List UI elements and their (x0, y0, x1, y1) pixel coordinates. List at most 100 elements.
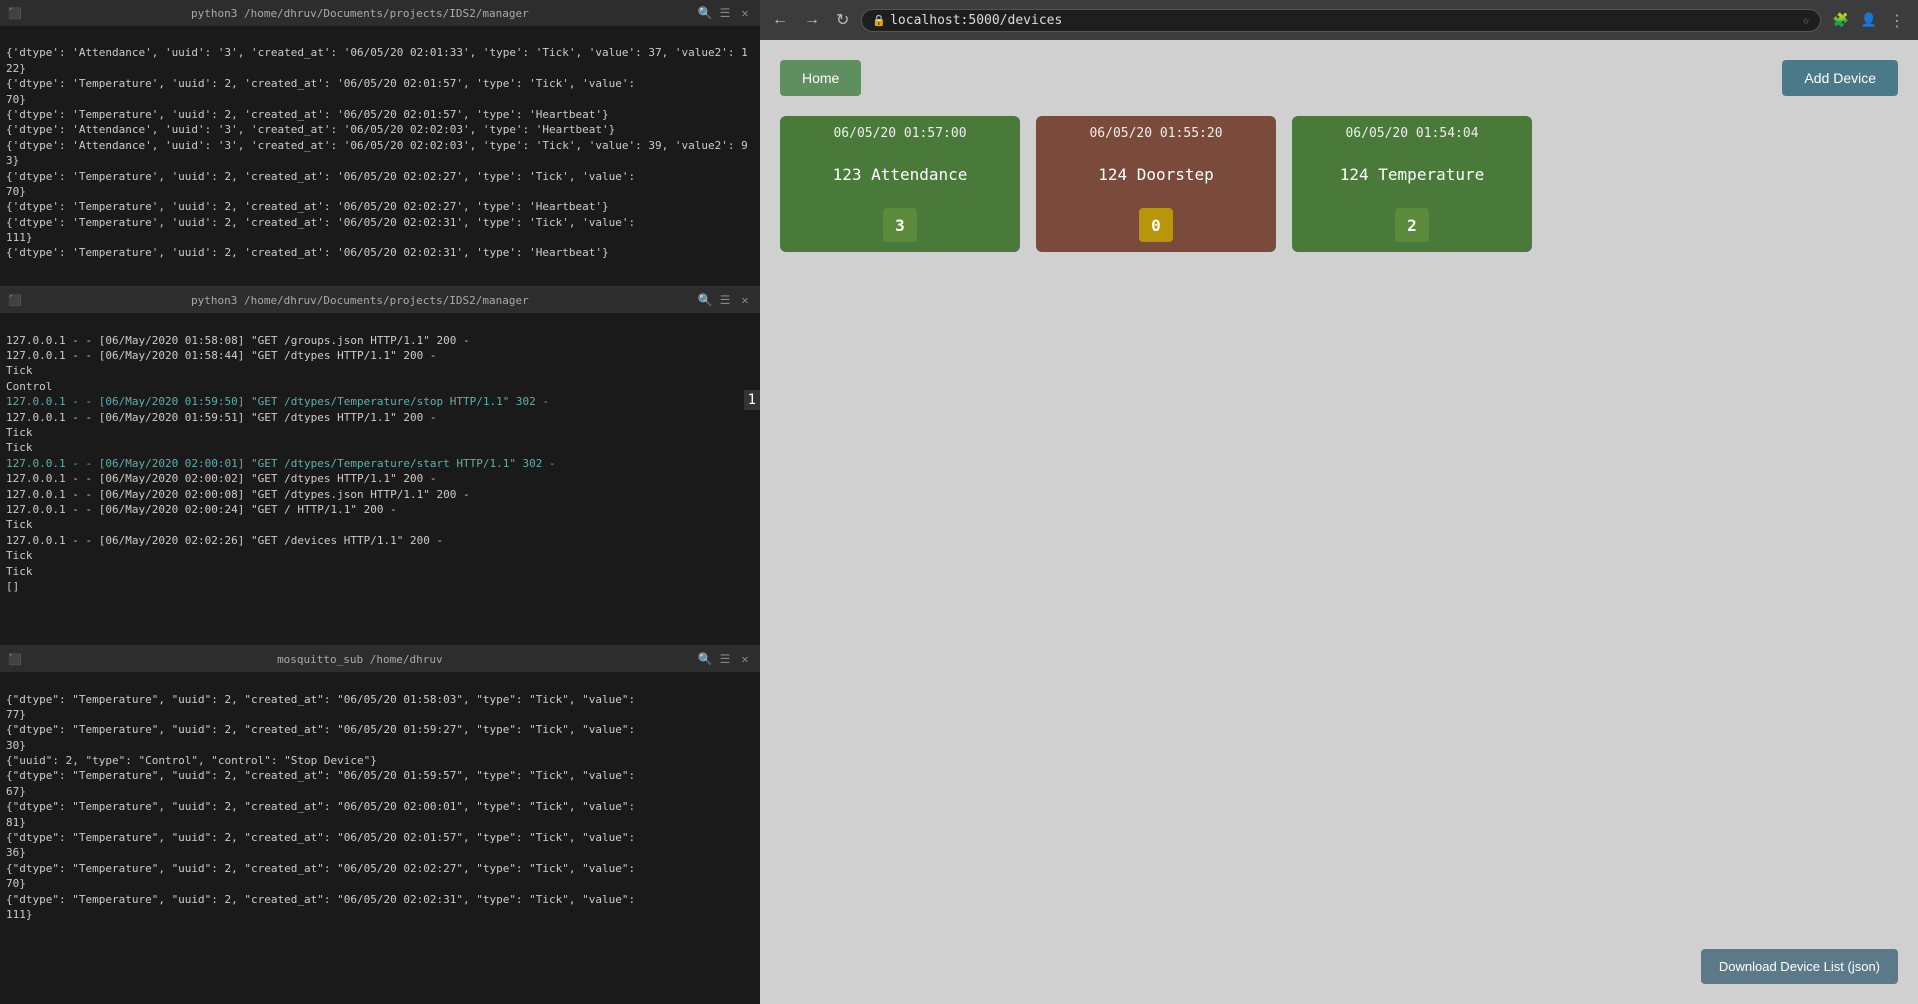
devices-grid: 06/05/20 01:57:00 123 Attendance 3 06/05… (780, 116, 1898, 252)
terminal-titlebar-3: ⬛ mosquitto_sub /home/dhruv 🔍 ☰ ✕ (0, 646, 760, 672)
device-card-footer-attendance: 3 (780, 198, 1020, 252)
line: 111} (6, 908, 33, 921)
line: {"dtype": "Temperature", "uuid": 2, "cre… (6, 893, 635, 906)
line: Tick (6, 364, 33, 377)
app-container: Home Add Device 06/05/20 01:57:00 123 At… (760, 40, 1918, 1004)
terminal-title-1: python3 /home/dhruv/Documents/projects/I… (191, 7, 529, 20)
line: 36} (6, 846, 26, 859)
terminal-menu-icon-2[interactable]: ☰ (718, 293, 732, 307)
terminal-menu-icon-1[interactable]: ☰ (718, 6, 732, 20)
terminal-titlebar-2: ⬛ python3 /home/dhruv/Documents/projects… (0, 287, 760, 313)
line: 127.0.0.1 - - [06/May/2020 01:58:44] "GE… (6, 349, 436, 362)
terminal-search-icon-1[interactable]: 🔍 (698, 6, 712, 20)
line: {'dtype': 'Attendance', 'uuid': '3', 'cr… (6, 46, 748, 74)
line: {"dtype": "Temperature", "uuid": 2, "cre… (6, 723, 635, 736)
line: {'dtype': 'Temperature', 'uuid': 2, 'cre… (6, 246, 609, 259)
line: {'dtype': 'Temperature', 'uuid': 2, 'cre… (6, 170, 635, 183)
terminal-titlebar-1: ⬛ python3 /home/dhruv/Documents/projects… (0, 0, 760, 26)
device-card-name-doorstep: 124 Doorstep (1036, 151, 1276, 198)
terminal-content-3: {"dtype": "Temperature", "uuid": 2, "cre… (0, 672, 760, 1004)
terminal-pane-2: ⬛ python3 /home/dhruv/Documents/projects… (0, 287, 760, 646)
device-card-temperature[interactable]: 06/05/20 01:54:04 124 Temperature 2 (1292, 116, 1532, 252)
line: 127.0.0.1 - - [06/May/2020 02:00:02] "GE… (6, 472, 436, 485)
line: {"dtype": "Temperature", "uuid": 2, "cre… (6, 800, 635, 813)
terminal-icon-3: ⬛ (8, 653, 22, 666)
line: {'dtype': 'Temperature', 'uuid': 2, 'cre… (6, 77, 635, 90)
browser-chrome: ← → ↻ 🔒 localhost:5000/devices ☆ 🧩 👤 ⋮ (760, 0, 1918, 40)
line: Tick (6, 565, 33, 578)
line: 30} (6, 739, 26, 752)
extensions-icon[interactable]: 🧩 (1829, 11, 1853, 30)
menu-icon[interactable]: ⋮ (1885, 9, 1910, 32)
terminal-title-3: mosquitto_sub /home/dhruv (277, 653, 443, 666)
line: Tick (6, 426, 33, 439)
device-card-footer-temperature: 2 (1292, 198, 1532, 252)
home-button[interactable]: Home (780, 60, 861, 96)
forward-button[interactable]: → (800, 9, 824, 31)
line: 70} (6, 877, 26, 890)
device-card-name-attendance: 123 Attendance (780, 151, 1020, 198)
line: 127.0.0.1 - - [06/May/2020 02:00:24] "GE… (6, 503, 397, 516)
lock-icon: 🔒 (872, 14, 886, 27)
back-button[interactable]: ← (768, 9, 792, 31)
line: Control (6, 380, 52, 393)
line: 111} (6, 231, 33, 244)
line: 127.0.0.1 - - [06/May/2020 01:59:50] "GE… (6, 395, 549, 408)
browser-side: ← → ↻ 🔒 localhost:5000/devices ☆ 🧩 👤 ⋮ H… (760, 0, 1918, 1004)
line: [] (6, 580, 19, 593)
line: 127.0.0.1 - - [06/May/2020 02:02:26] "GE… (6, 534, 443, 547)
terminal-side: ⬛ python3 /home/dhruv/Documents/projects… (0, 0, 760, 1004)
device-card-footer-doorstep: 0 (1036, 198, 1276, 252)
device-card-doorstep[interactable]: 06/05/20 01:55:20 124 Doorstep 0 (1036, 116, 1276, 252)
line: {"dtype": "Temperature", "uuid": 2, "cre… (6, 693, 635, 706)
terminal-menu-icon-3[interactable]: ☰ (718, 652, 732, 666)
star-icon: ☆ (1802, 13, 1809, 27)
add-device-button[interactable]: Add Device (1782, 60, 1898, 96)
address-bar[interactable]: 🔒 localhost:5000/devices ☆ (861, 9, 1820, 32)
terminal-pane-1: ⬛ python3 /home/dhruv/Documents/projects… (0, 0, 760, 287)
terminal-icon-2: ⬛ (8, 294, 22, 307)
terminal-close-icon-3[interactable]: ✕ (738, 652, 752, 666)
terminal-content-1: {'dtype': 'Attendance', 'uuid': '3', 'cr… (0, 26, 760, 286)
device-badge-doorstep: 0 (1139, 208, 1173, 242)
terminal-close-icon-2[interactable]: ✕ (738, 293, 752, 307)
terminal-title-2: python3 /home/dhruv/Documents/projects/I… (191, 294, 529, 307)
line: {"dtype": "Temperature", "uuid": 2, "cre… (6, 769, 635, 782)
line: {'dtype': 'Attendance', 'uuid': '3', 'cr… (6, 139, 748, 167)
device-card-attendance[interactable]: 06/05/20 01:57:00 123 Attendance 3 (780, 116, 1020, 252)
line: 127.0.0.1 - - [06/May/2020 02:00:08] "GE… (6, 488, 470, 501)
terminal-search-icon-2[interactable]: 🔍 (698, 293, 712, 307)
device-card-name-temperature: 124 Temperature (1292, 151, 1532, 198)
line: 127.0.0.1 - - [06/May/2020 01:58:08] "GE… (6, 334, 470, 347)
device-card-timestamp-doorstep: 06/05/20 01:55:20 (1036, 116, 1276, 151)
browser-toolbar: 🧩 👤 ⋮ (1829, 9, 1910, 32)
device-card-timestamp-attendance: 06/05/20 01:57:00 (780, 116, 1020, 151)
download-button[interactable]: Download Device List (json) (1701, 949, 1898, 984)
line: Tick (6, 518, 33, 531)
line: 81} (6, 816, 26, 829)
line: {'dtype': 'Temperature', 'uuid': 2, 'cre… (6, 200, 609, 213)
download-area: Download Device List (json) (1701, 949, 1898, 984)
url-text: localhost:5000/devices (890, 13, 1062, 28)
line: Tick (6, 441, 33, 454)
line: 127.0.0.1 - - [06/May/2020 01:59:51] "GE… (6, 411, 436, 424)
device-badge-attendance: 3 (883, 208, 917, 242)
terminal-close-icon-1[interactable]: ✕ (738, 6, 752, 20)
profile-icon[interactable]: 👤 (1857, 11, 1881, 30)
split-marker: 1 (744, 390, 760, 410)
line: {"dtype": "Temperature", "uuid": 2, "cre… (6, 831, 635, 844)
terminal-icon-1: ⬛ (8, 7, 22, 20)
line: {'dtype': 'Temperature', 'uuid': 2, 'cre… (6, 108, 609, 121)
reload-button[interactable]: ↻ (832, 8, 853, 32)
terminal-pane-3: ⬛ mosquitto_sub /home/dhruv 🔍 ☰ ✕ {"dtyp… (0, 646, 760, 1004)
line: 70} (6, 185, 26, 198)
line: {"dtype": "Temperature", "uuid": 2, "cre… (6, 862, 635, 875)
line: 67} (6, 785, 26, 798)
line: {'dtype': 'Attendance', 'uuid': '3', 'cr… (6, 123, 615, 136)
device-badge-temperature: 2 (1395, 208, 1429, 242)
line: {'dtype': 'Temperature', 'uuid': 2, 'cre… (6, 216, 635, 229)
line: 77} (6, 708, 26, 721)
browser-content: Home Add Device 06/05/20 01:57:00 123 At… (760, 40, 1918, 1004)
terminal-search-icon-3[interactable]: 🔍 (698, 652, 712, 666)
terminal-content-2: 127.0.0.1 - - [06/May/2020 01:58:08] "GE… (0, 313, 760, 645)
